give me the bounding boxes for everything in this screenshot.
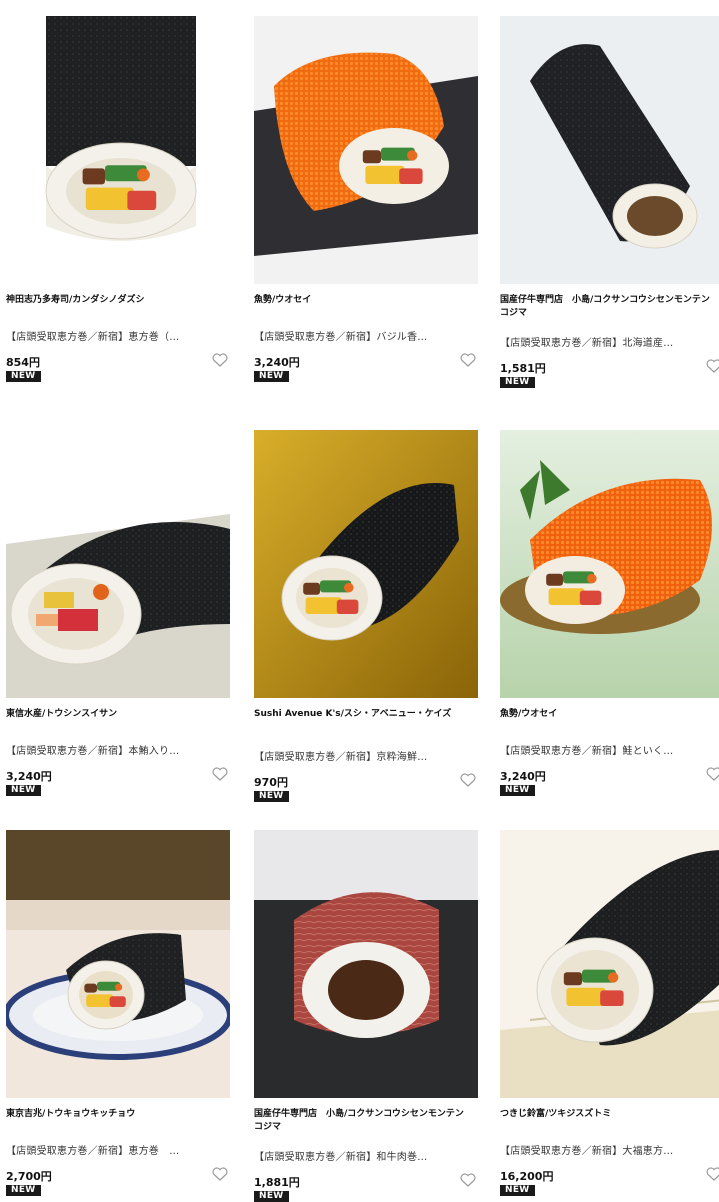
product-price: 1,881円 [254, 1176, 300, 1189]
favorite-heart-icon[interactable] [460, 353, 476, 367]
product-description[interactable]: 【店頭受取恵方巻／新宿】本鮪入り… [6, 742, 228, 757]
product-image[interactable] [500, 430, 719, 698]
product-card[interactable]: 国産仔牛専門店 小島/コクサンコウシセンモンテン コジマ 【店頭受取恵方巻／新宿… [500, 16, 719, 396]
product-grid: 神田志乃多寿司/カンダシノダズシ 【店頭受取恵方巻／新宿】恵方巻（… 854円 … [0, 0, 719, 1202]
product-card[interactable]: 東京吉兆/トウキョウキッチョウ 【店頭受取恵方巻／新宿】恵方巻 … 2,700円… [6, 830, 230, 1200]
product-image[interactable] [500, 830, 719, 1098]
product-price: 1,581円 [500, 362, 546, 375]
favorite-heart-icon[interactable] [460, 773, 476, 787]
product-card[interactable]: 国産仔牛専門店 小島/コクサンコウシセンモンテン コジマ 【店頭受取恵方巻／新宿… [254, 830, 478, 1202]
product-card[interactable]: Sushi Avenue K's/スシ・アベニュー・ケイズ 【店頭受取恵方巻／新… [254, 430, 478, 810]
product-price: 854円 [6, 356, 40, 369]
new-badge: NEW [254, 1191, 289, 1202]
product-price: 3,240円 [500, 770, 546, 783]
product-description[interactable]: 【店頭受取恵方巻／新宿】恵方巻（… [6, 328, 228, 343]
product-description[interactable]: 【店頭受取恵方巻／新宿】和牛肉巻… [254, 1148, 476, 1163]
product-store-name[interactable]: つきじ鈴富/ツキジスズトミ [500, 1108, 719, 1121]
product-price: 2,700円 [6, 1170, 52, 1183]
product-image[interactable] [6, 830, 230, 1098]
product-store-name[interactable]: 魚勢/ウオセイ [500, 708, 719, 721]
product-card[interactable]: 神田志乃多寿司/カンダシノダズシ 【店頭受取恵方巻／新宿】恵方巻（… 854円 … [6, 16, 230, 396]
favorite-heart-icon[interactable] [460, 1173, 476, 1187]
product-price: 16,200円 [500, 1170, 554, 1183]
product-store-name[interactable]: 神田志乃多寿司/カンダシノダズシ [6, 294, 228, 307]
favorite-heart-icon[interactable] [212, 767, 228, 781]
product-store-name[interactable]: 魚勢/ウオセイ [254, 294, 476, 307]
product-image[interactable] [254, 430, 478, 698]
favorite-heart-icon[interactable] [706, 767, 719, 781]
product-image[interactable] [500, 16, 719, 284]
product-description[interactable]: 【店頭受取恵方巻／新宿】北海道産… [500, 334, 719, 349]
new-badge: NEW [500, 785, 535, 796]
product-description[interactable]: 【店頭受取恵方巻／新宿】大福恵方… [500, 1142, 719, 1157]
favorite-heart-icon[interactable] [706, 1167, 719, 1181]
new-badge: NEW [6, 371, 41, 382]
product-image[interactable] [254, 830, 478, 1098]
product-description[interactable]: 【店頭受取恵方巻／新宿】京粋海鮮… [254, 748, 476, 763]
favorite-heart-icon[interactable] [212, 353, 228, 367]
product-price: 3,240円 [254, 356, 300, 369]
new-badge: NEW [254, 371, 289, 382]
product-image[interactable] [6, 474, 230, 698]
new-badge: NEW [500, 377, 535, 388]
product-store-name[interactable]: 東信水産/トウシンスイサン [6, 708, 228, 721]
product-image[interactable] [6, 16, 230, 284]
product-description[interactable]: 【店頭受取恵方巻／新宿】バジル香… [254, 328, 476, 343]
product-price: 970円 [254, 776, 288, 789]
product-card[interactable]: 魚勢/ウオセイ 【店頭受取恵方巻／新宿】鮭といく… 3,240円 NEW [500, 430, 719, 810]
product-description[interactable]: 【店頭受取恵方巻／新宿】鮭といく… [500, 742, 719, 757]
product-store-name[interactable]: 東京吉兆/トウキョウキッチョウ [6, 1108, 228, 1121]
product-store-name[interactable]: Sushi Avenue K's/スシ・アベニュー・ケイズ [254, 708, 476, 721]
product-store-name[interactable]: 国産仔牛専門店 小島/コクサンコウシセンモンテン コジマ [500, 294, 719, 320]
new-badge: NEW [6, 785, 41, 796]
product-store-name[interactable]: 国産仔牛専門店 小島/コクサンコウシセンモンテン コジマ [254, 1108, 476, 1134]
product-image[interactable] [254, 16, 478, 284]
product-card[interactable]: 魚勢/ウオセイ 【店頭受取恵方巻／新宿】バジル香… 3,240円 NEW [254, 16, 478, 396]
new-badge: NEW [6, 1185, 41, 1196]
product-card[interactable]: 東信水産/トウシンスイサン 【店頭受取恵方巻／新宿】本鮪入り… 3,240円 N… [6, 430, 230, 810]
favorite-heart-icon[interactable] [706, 359, 719, 373]
new-badge: NEW [254, 791, 289, 802]
product-price: 3,240円 [6, 770, 52, 783]
favorite-heart-icon[interactable] [212, 1167, 228, 1181]
product-description[interactable]: 【店頭受取恵方巻／新宿】恵方巻 … [6, 1142, 228, 1157]
new-badge: NEW [500, 1185, 535, 1196]
product-card[interactable]: つきじ鈴富/ツキジスズトミ 【店頭受取恵方巻／新宿】大福恵方… 16,200円 … [500, 830, 719, 1200]
